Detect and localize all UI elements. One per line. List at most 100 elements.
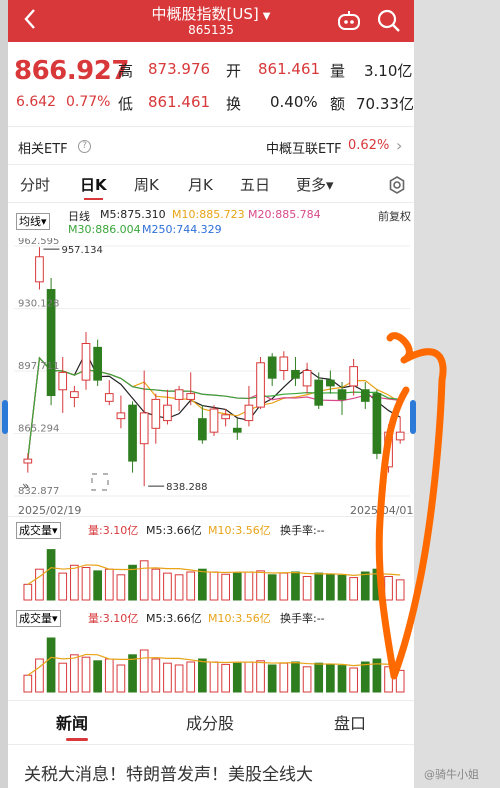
volume-bar xyxy=(104,568,114,601)
volume-bar xyxy=(186,571,196,601)
volume-bar xyxy=(151,658,161,693)
watermark: @骑牛小姐 xyxy=(424,768,479,781)
open-label: 开 xyxy=(226,62,242,80)
candle-body xyxy=(302,369,312,387)
candle-body xyxy=(151,398,161,429)
volume-m10-2: M10:3.56亿 xyxy=(208,612,271,625)
volume-bar xyxy=(23,674,33,693)
ma10-value: M10:885.723 xyxy=(172,208,245,221)
app-screen: 中概股指数[US] ▼ 865135 866.927 6.642 0.77% 高 … xyxy=(8,0,414,788)
volume-bar xyxy=(326,573,335,601)
volume-bar xyxy=(267,664,277,693)
volume-bar xyxy=(279,662,289,693)
volume-bar xyxy=(349,667,358,693)
volume-bar xyxy=(337,574,347,601)
y-axis-label: 865.294 xyxy=(18,424,59,435)
volume-bar xyxy=(93,570,102,601)
volume-bar xyxy=(221,573,230,601)
help-icon[interactable]: ? xyxy=(78,140,91,153)
volume-bar xyxy=(93,660,102,693)
tab-weekly-k[interactable]: 周K xyxy=(134,174,159,195)
price-change-pct: 0.77% xyxy=(66,94,111,110)
candle-body xyxy=(326,379,335,387)
tab-monthly-k[interactable]: 月K xyxy=(188,174,213,195)
volume-indicator-selector-2[interactable]: 成交量▾ xyxy=(16,610,61,627)
gear-icon[interactable] xyxy=(388,176,406,198)
candle-body xyxy=(186,393,196,400)
left-scroll-handle[interactable] xyxy=(2,400,8,434)
volume-bar xyxy=(244,571,254,601)
news-headline[interactable]: 关税大消息！特朗普发声！美股全线大 xyxy=(24,760,313,785)
kline-chart[interactable]: 962.595930.128897.711865.294832.877957.1… xyxy=(8,238,414,518)
tab-order-book[interactable]: 盘口 xyxy=(334,710,366,734)
candle-body xyxy=(232,427,242,433)
tab-intraday[interactable]: 分时 xyxy=(20,174,50,195)
volume-value-2: 量:3.10亿 xyxy=(88,612,139,625)
volume-bar xyxy=(314,572,324,601)
active-tab-indicator xyxy=(66,738,88,741)
ma5-value: M5:875.310 xyxy=(100,208,166,221)
candle-body xyxy=(70,391,79,398)
volume-bar xyxy=(267,574,277,601)
hand-drawn-annotation xyxy=(375,332,447,680)
adjust-mode[interactable]: 前复权 xyxy=(378,208,411,224)
volume-bar xyxy=(58,662,68,693)
collapse-sidebar-icon: » xyxy=(22,479,29,493)
volume-indicator-selector[interactable]: 成交量▾ xyxy=(16,522,61,539)
tab-constituents[interactable]: 成分股 xyxy=(186,710,234,734)
tab-daily-k[interactable]: 日K xyxy=(80,174,107,200)
candle-body xyxy=(104,393,114,402)
volume-bar xyxy=(209,661,219,693)
line-type-label: 日线 xyxy=(68,210,90,223)
turnover-rate-1: 换手率:-- xyxy=(280,524,325,537)
tab-more[interactable]: 更多▾ xyxy=(296,174,334,195)
volume-bar xyxy=(139,649,149,693)
volume-bar xyxy=(291,571,300,601)
volume-label: 量 xyxy=(330,62,346,80)
y-axis-label: 962.595 xyxy=(18,238,59,247)
volume-bar xyxy=(198,568,207,601)
tab-five-day[interactable]: 五日 xyxy=(240,174,270,195)
related-etf-row[interactable]: 相关ETF ? 中概互联ETF 0.62% › xyxy=(8,136,414,158)
candle-body xyxy=(23,458,33,464)
candle-body xyxy=(267,356,277,379)
volume-bar xyxy=(232,572,242,601)
volume-bar xyxy=(221,663,230,693)
high-annotation-label: 957.134 xyxy=(61,245,102,256)
candle-body xyxy=(35,256,44,283)
ma-selector[interactable]: 均线▾ xyxy=(16,213,50,230)
volume-bar xyxy=(128,564,137,601)
candle-body xyxy=(139,412,149,445)
candle-body xyxy=(221,414,230,420)
volume-m10-1: M10:3.56亿 xyxy=(208,524,271,537)
candle-body xyxy=(337,389,347,400)
y-axis-label: 897.711 xyxy=(18,361,59,372)
volume-bar xyxy=(163,662,172,693)
volume-bar xyxy=(349,577,358,601)
amount-label: 额 xyxy=(330,95,346,113)
low-label: 低 xyxy=(118,95,134,113)
ma20-value: M20:885.784 xyxy=(248,208,321,221)
tab-news[interactable]: 新闻 xyxy=(56,710,88,734)
candle-body xyxy=(244,404,254,422)
search-icon[interactable] xyxy=(376,8,402,34)
volume-bar xyxy=(244,661,254,693)
volume-bar xyxy=(46,549,56,601)
volume-bar xyxy=(256,660,265,693)
turnover-rate-2: 换手率:-- xyxy=(280,612,325,625)
candle-body xyxy=(291,369,300,379)
turnover-value: 0.40% xyxy=(270,93,318,111)
bottom-tabs: 新闻 成分股 盘口 xyxy=(8,706,414,742)
left-frame xyxy=(0,0,8,788)
turnover-label: 换 xyxy=(226,95,242,113)
candle-body xyxy=(163,404,172,422)
candle-body xyxy=(81,343,91,381)
volume-bar xyxy=(116,664,126,693)
assistant-robot-icon[interactable] xyxy=(336,9,362,31)
volume-bar xyxy=(174,664,184,693)
volume-bar xyxy=(139,560,149,601)
candle-body xyxy=(198,418,207,441)
last-price: 866.927 xyxy=(14,56,129,86)
volume-m5-2: M5:3.66亿 xyxy=(146,612,202,625)
amount-value: 70.33亿 xyxy=(356,95,414,113)
